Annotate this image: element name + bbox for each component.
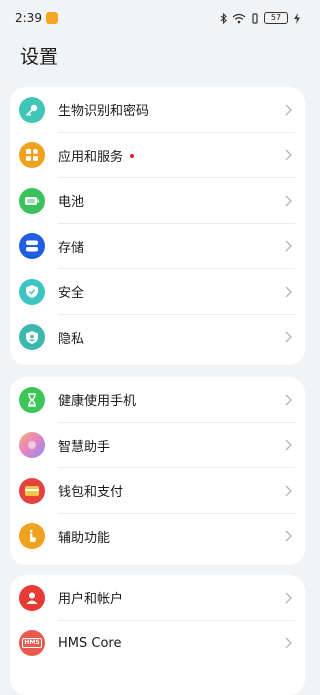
hourglass-icon [19, 386, 45, 413]
settings-item-label: 智慧助手 [58, 439, 111, 455]
settings-item-label: 用户和帐户 [58, 592, 124, 608]
battery-icon: 57 [264, 12, 288, 24]
settings-item-privacy[interactable]: 隐私 [10, 315, 305, 361]
chevron-right-icon [279, 286, 297, 298]
battery-icon [19, 187, 45, 214]
settings-item-label: 安全 [58, 286, 85, 302]
settings-item-label: 健康使用手机 [58, 394, 137, 410]
chevron-right-icon [279, 240, 297, 252]
chevron-right-icon [279, 592, 297, 604]
chevron-right-icon [279, 394, 297, 406]
chevron-right-icon [279, 195, 297, 207]
bluetooth-icon [220, 12, 227, 24]
settings-item-storage[interactable]: 存储 [10, 224, 305, 269]
settings-item-assistant[interactable]: 智慧助手 [10, 423, 305, 468]
notification-app-icon [45, 12, 58, 24]
settings-item-wallet[interactable]: 钱包和支付 [10, 468, 305, 514]
hms-icon: HMS [19, 630, 45, 657]
settings-item-accessibility[interactable]: 辅助功能 [10, 514, 305, 560]
chevron-right-icon [279, 530, 297, 542]
settings-item-digital-balance[interactable]: 健康使用手机 [10, 377, 305, 423]
settings-item-label: 存储 [58, 240, 85, 256]
settings-group-security: 生物识别和密码 应用和服务 电池 存储 安全 隐私 [10, 87, 305, 365]
settings-item-apps-services[interactable]: 应用和服务 [10, 133, 305, 178]
settings-item-users-accounts[interactable]: 用户和帐户 [10, 575, 305, 621]
settings-item-security[interactable]: 安全 [10, 269, 305, 315]
settings-group-accounts: 用户和帐户 HMS HMS Core [10, 575, 305, 695]
chevron-right-icon [279, 439, 297, 451]
key-icon [19, 96, 45, 123]
settings-item-label: 隐私 [58, 331, 85, 347]
settings-item-label: 辅助功能 [58, 530, 111, 546]
settings-item-label: 应用和服务 [58, 149, 124, 165]
shield-icon [19, 278, 45, 305]
storage-icon [19, 233, 45, 260]
chevron-right-icon [279, 104, 297, 116]
privacy-icon [19, 324, 45, 351]
chevron-right-icon [279, 485, 297, 497]
chevron-right-icon [279, 149, 297, 161]
settings-item-biometrics[interactable]: 生物识别和密码 [10, 87, 305, 133]
settings-item-label: 生物识别和密码 [58, 104, 150, 120]
chevron-right-icon [279, 331, 297, 343]
status-bar: 2:39 57 [0, 0, 315, 36]
settings-item-hms-core[interactable]: HMS HMS Core [10, 621, 305, 667]
settings-group-services: 健康使用手机 智慧助手 钱包和支付 辅助功能 [10, 377, 305, 565]
settings-item-label: 钱包和支付 [58, 485, 124, 501]
accessibility-icon [19, 523, 45, 550]
user-icon [19, 584, 45, 611]
wallet-icon [19, 477, 45, 504]
hms-icon-text: HMS [22, 638, 42, 649]
chevron-right-icon [279, 637, 297, 649]
apps-icon [19, 142, 45, 169]
settings-item-label: 电池 [58, 195, 85, 211]
settings-item-battery[interactable]: 电池 [10, 178, 305, 224]
settings-item-label: HMS Core [58, 635, 122, 651]
assistant-icon [19, 432, 45, 459]
page-title: 设置 [20, 46, 59, 68]
vibrate-icon [251, 12, 259, 24]
charging-icon [293, 12, 301, 24]
notification-dot [130, 154, 135, 159]
wifi-icon [232, 13, 246, 24]
status-time: 2:39 [15, 11, 42, 25]
